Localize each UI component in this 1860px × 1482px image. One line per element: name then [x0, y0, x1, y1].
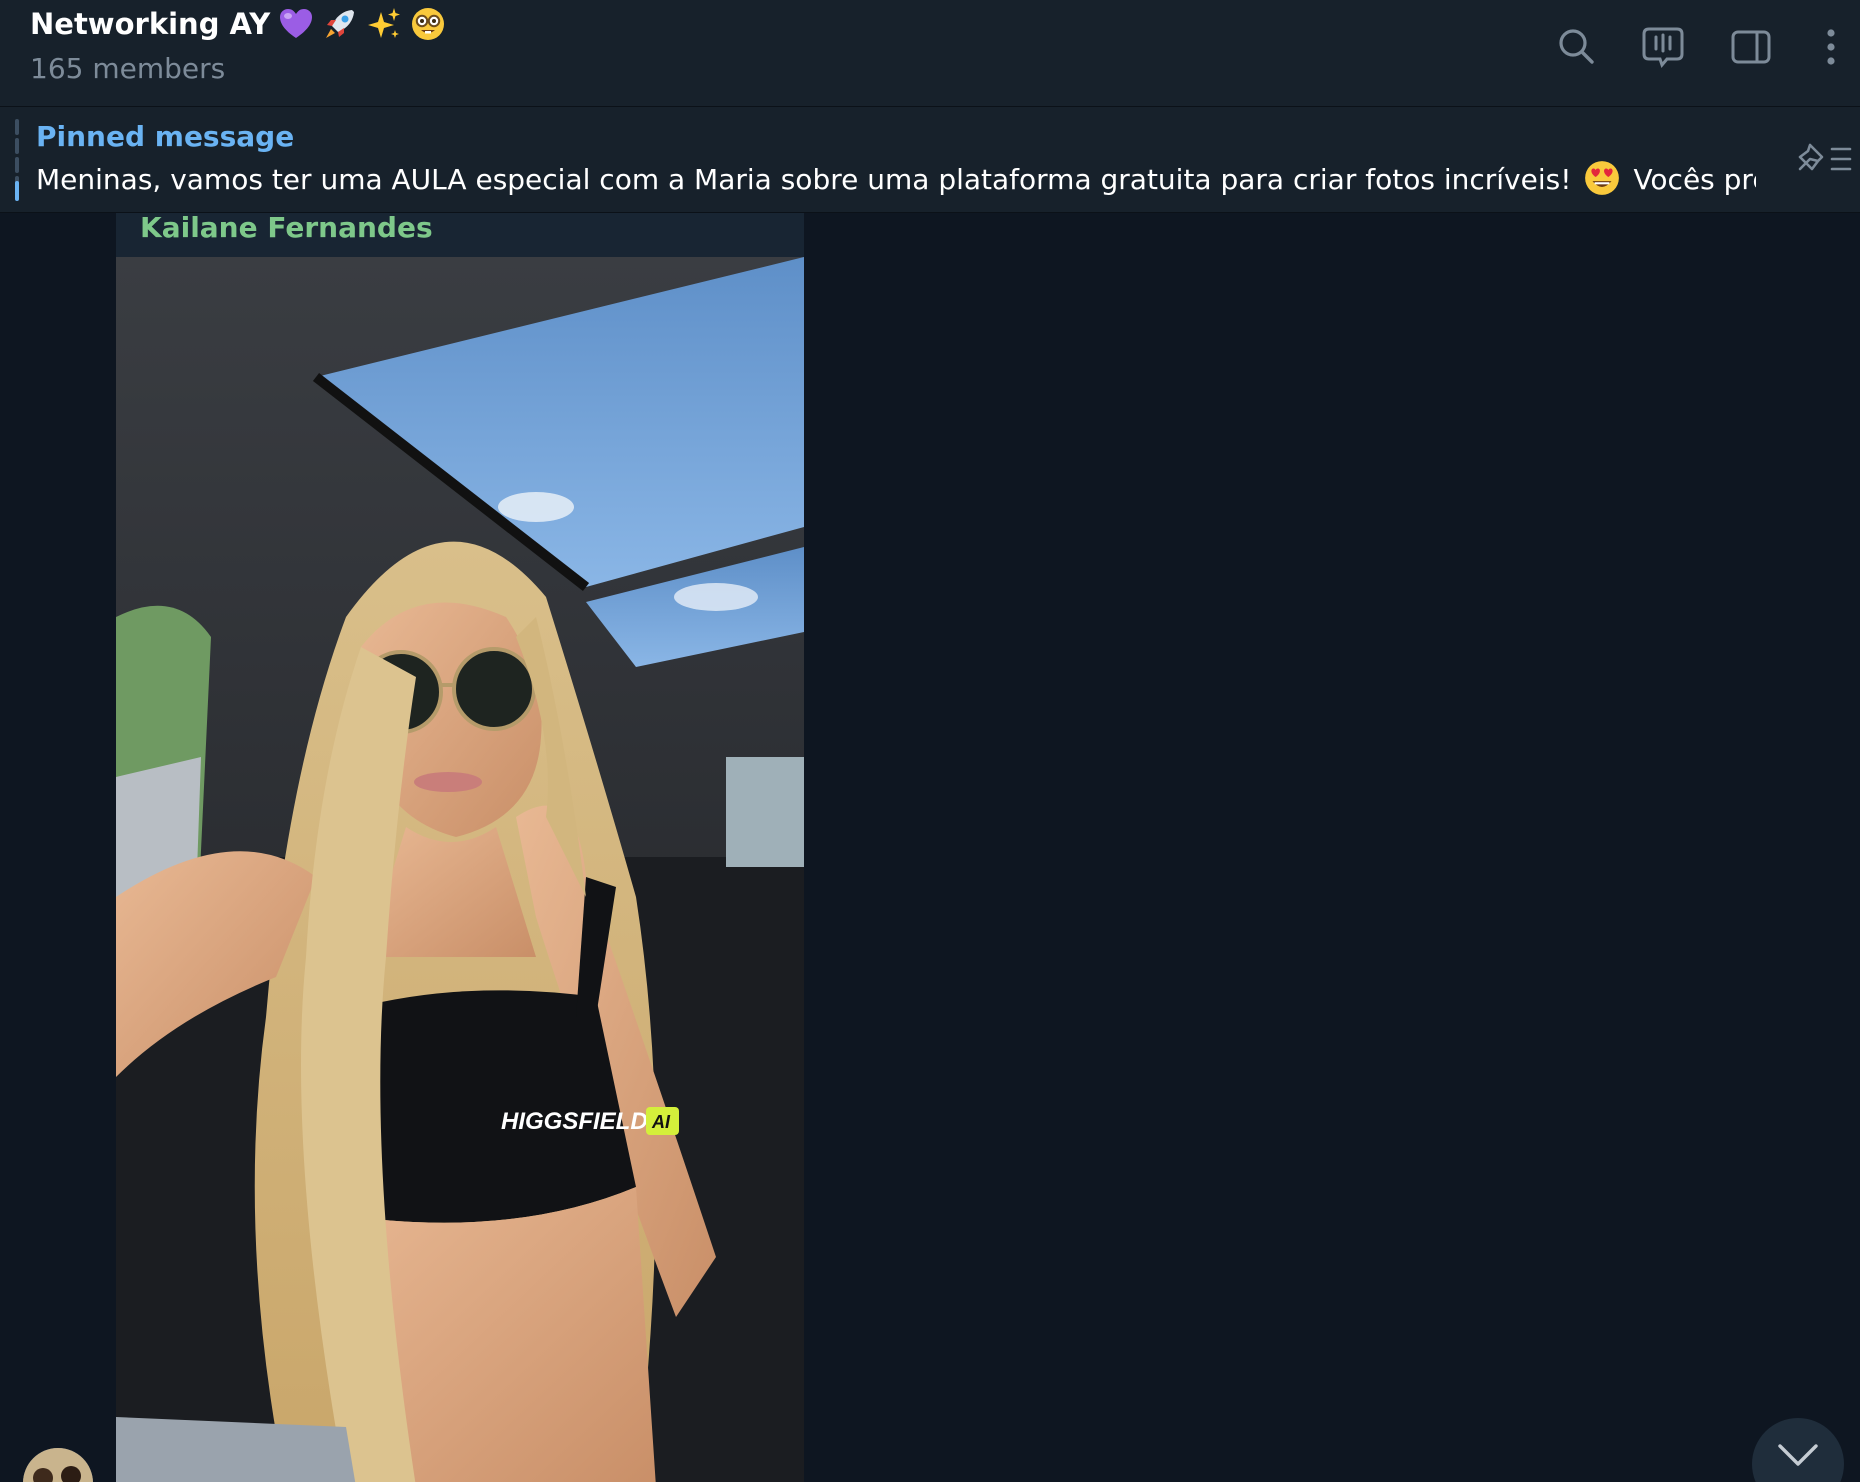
- pinned-message-bar[interactable]: Pinned message Meninas, vamos ter uma AU…: [0, 107, 1860, 213]
- sender-avatar[interactable]: [23, 1448, 93, 1482]
- scroll-to-bottom-button[interactable]: [1752, 1418, 1844, 1482]
- search-icon[interactable]: [1553, 24, 1599, 70]
- purple-heart-emoji: [280, 9, 313, 38]
- chat-title: Networking AY: [30, 7, 271, 41]
- message-bubble[interactable]: Kailane Fernandes HIGGSFIELD AI: [116, 213, 804, 1482]
- chevron-down-icon: [1778, 1444, 1818, 1466]
- sparkles-emoji: [368, 8, 401, 38]
- chat-title-row[interactable]: Networking AY: [30, 6, 446, 42]
- photo-watermark: HIGGSFIELD: [501, 1108, 648, 1135]
- rocket-emoji: [326, 10, 355, 38]
- chat-history[interactable]: Kailane Fernandes HIGGSFIELD AI: [0, 213, 1860, 1482]
- heart-eyes-emoji: [1585, 161, 1620, 195]
- pinned-position-indicator: [15, 119, 19, 201]
- avatar-image: [23, 1448, 93, 1482]
- pinned-list-icon[interactable]: [1796, 139, 1854, 181]
- pinned-title: Pinned message: [36, 120, 295, 153]
- live-stream-icon[interactable]: [1640, 24, 1686, 70]
- nerd-face-emoji: [412, 8, 445, 40]
- pinned-text-end: Vocês precisam...: [1633, 163, 1756, 196]
- members-count: 165 members: [30, 52, 226, 85]
- more-vertical-icon[interactable]: [1808, 24, 1854, 70]
- pinned-text-start: Meninas, vamos ter uma AULA especial com…: [36, 163, 1572, 196]
- chat-header[interactable]: Networking AY 165 members: [0, 0, 1860, 107]
- pinned-preview: Meninas, vamos ter uma AULA especial com…: [36, 159, 1756, 197]
- sidebar-toggle-icon[interactable]: [1728, 24, 1774, 70]
- watermark-badge-text: AI: [651, 1112, 671, 1132]
- sender-name[interactable]: Kailane Fernandes: [140, 213, 433, 244]
- message-photo[interactable]: HIGGSFIELD AI: [116, 257, 804, 1482]
